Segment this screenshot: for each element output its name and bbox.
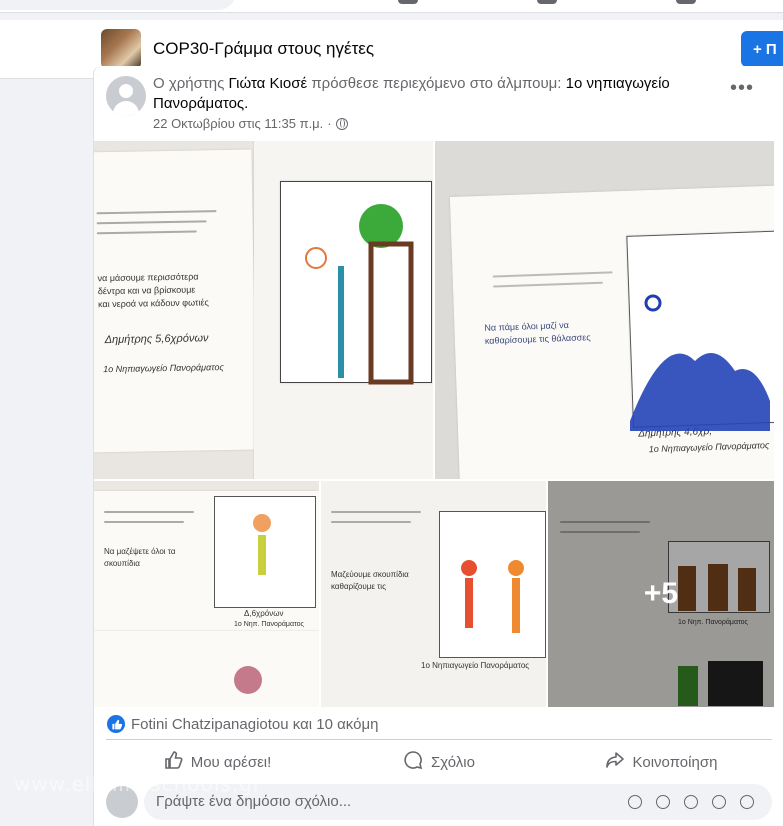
like-reaction-icon	[107, 715, 125, 733]
comment-label: Σχόλιο	[431, 753, 475, 771]
photo-3-caption-name: Δ,6χρόνων	[244, 609, 284, 618]
photo-2-drawing	[630, 294, 770, 431]
album-photo-1[interactable]: να μάσουμε περισσότερα δέντρα και να βρί…	[94, 141, 433, 479]
album-photo-4[interactable]: Μαζεύουμε σκουπίδια καθαρίζουμε τις 1ο Ν…	[321, 481, 546, 707]
nav-icon-marketplace[interactable]	[676, 0, 696, 4]
like-label: Μου αρέσει!	[190, 753, 272, 771]
photo-3-caption-school: 1ο Νηπ. Πανοράματος	[234, 621, 304, 628]
post-middle-text: πρόσθεσε περιεχόμενο στο άλμπουμ:	[307, 75, 566, 92]
photo-1-caption-school: 1ο Νηπιαγωγείο Πανοράματος	[103, 362, 224, 375]
gif-icon[interactable]	[712, 795, 726, 809]
meta-separator: ·	[327, 116, 332, 131]
emoji-smile-icon[interactable]	[656, 795, 670, 809]
share-icon	[605, 750, 625, 774]
globe-icon	[335, 117, 348, 130]
album-photo-5[interactable]: 1ο Νηπ. Πανοράματος +5	[548, 481, 774, 707]
reactors-text[interactable]: Fotini Chatzipanagiotou και 10 ακόμη	[131, 716, 378, 733]
photo-1-text-line-3: και νεροά να κάδουν φωτιές	[97, 297, 209, 310]
comment-tools	[628, 795, 754, 809]
camera-icon[interactable]	[684, 795, 698, 809]
post-header-text: Ο χρήστης Γιώτα Κιοσέ πρόσθεσε περιεχόμε…	[153, 74, 713, 114]
comment-button[interactable]: Σχόλιο	[328, 744, 550, 780]
watermark: www.ellinikaschools.gr	[14, 772, 263, 796]
photo-1-caption-name: Δημήτρης 5,6χρόνων	[104, 332, 209, 347]
photo-4-caption-school: 1ο Νηπιαγωγείο Πανοράματος	[421, 661, 530, 670]
photo-4-text-line-2: καθαρίζουμε τις	[331, 582, 386, 591]
photo-2-caption-school: 1ο Νηπιαγωγείο Πανοράματος	[648, 440, 770, 455]
post-timestamp[interactable]: 22 Οκτωβρίου στις 11:35 π.μ.	[153, 116, 323, 131]
group-cover-thumbnail[interactable]	[101, 29, 141, 69]
more-photos-overlay[interactable]: +5	[548, 481, 774, 707]
photo-3-text-line-2: σκουπίδια	[104, 559, 140, 568]
share-button[interactable]: Κοινοποίηση	[550, 744, 772, 780]
comment-icon	[403, 750, 423, 774]
author-name-link[interactable]: Γιώτα Κιοσέ	[229, 75, 308, 92]
photo-4-drawing	[461, 560, 524, 633]
reactions-summary[interactable]: Fotini Chatzipanagiotou και 10 ακόμη	[107, 715, 378, 733]
nav-icon-video[interactable]	[537, 0, 557, 4]
album-photo-2[interactable]: Να πάμε όλοι μαζί να καθαρίσουμε τις θάλ…	[435, 141, 774, 479]
post-suffix: .	[244, 95, 249, 112]
photo-3-text-line-1: Να μαζέψετε όλοι τα	[104, 547, 176, 556]
more-options-icon[interactable]: •••	[724, 78, 760, 104]
nav-icon-home[interactable]	[398, 0, 418, 4]
join-group-button[interactable]: + Π	[741, 31, 783, 67]
photo-4-text-line-1: Μαζεύουμε σκουπίδια	[331, 570, 409, 579]
search-field[interactable]	[0, 0, 236, 10]
author-avatar[interactable]	[106, 76, 146, 116]
sticker-icon[interactable]	[740, 795, 754, 809]
share-label: Κοινοποίηση	[632, 753, 718, 771]
emoji-icon[interactable]	[628, 795, 642, 809]
album-photo-3[interactable]: Να μαζέψετε όλοι τα σκουπίδια Δ,6χρόνων …	[94, 481, 319, 707]
post-meta: 22 Οκτωβρίου στις 11:35 π.μ. ·	[153, 116, 348, 131]
photo-1-drawing	[305, 204, 414, 385]
top-navigation-bar	[0, 0, 783, 13]
album-post: Ο χρήστης Γιώτα Κιοσέ πρόσθεσε περιεχόμε…	[93, 66, 783, 826]
photo-3-drawing	[253, 514, 271, 575]
post-prefix: Ο χρήστης	[153, 75, 229, 92]
group-title[interactable]: COP30-Γράμμα στους ηγέτες	[153, 39, 374, 59]
like-icon	[163, 750, 183, 774]
